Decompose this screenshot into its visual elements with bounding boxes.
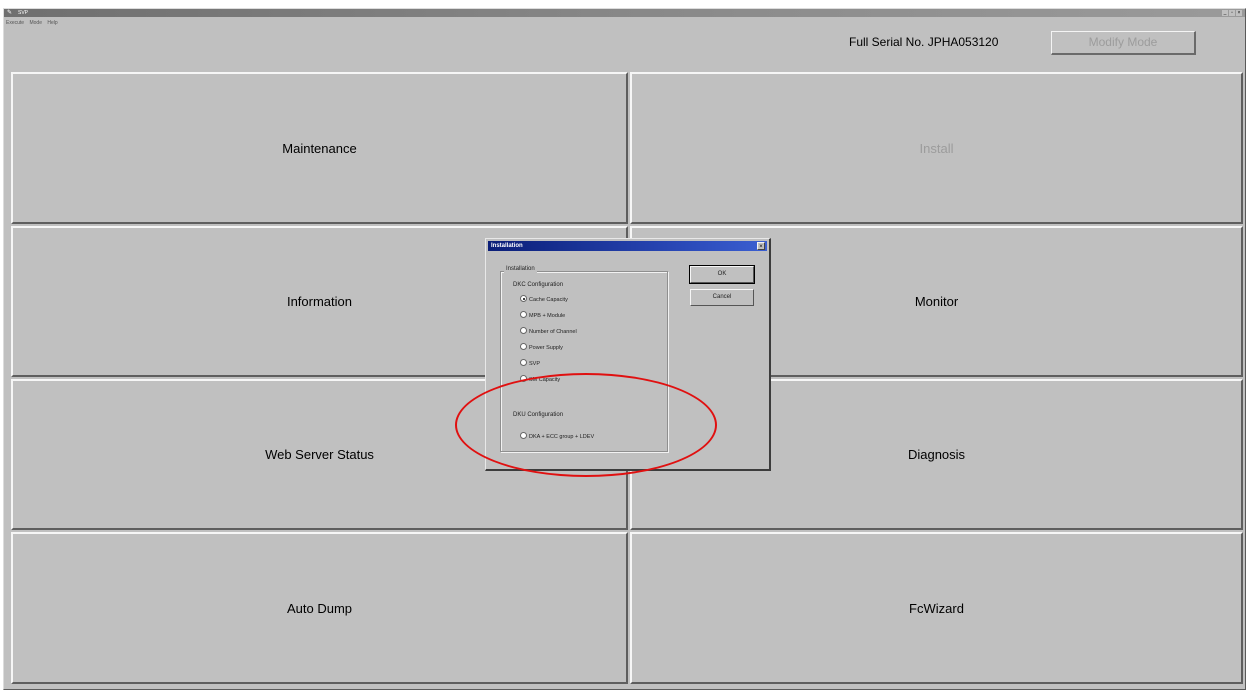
window-title: SVP <box>18 10 29 16</box>
serial-number-label: Full Serial No. JPHA053120 <box>849 35 999 49</box>
dku-configuration-label: DKU Configuration <box>513 412 564 418</box>
menu-mode[interactable]: Mode <box>29 20 42 26</box>
fcwizard-button[interactable]: FcWizard <box>630 532 1243 684</box>
radio-label: Number of Channel <box>529 329 577 335</box>
dialog-title-bar[interactable]: Installation × <box>488 241 767 251</box>
radio-label: Power Supply <box>529 345 563 351</box>
modify-mode-button[interactable]: Modify Mode <box>1051 31 1196 55</box>
radio-selected-icon <box>520 295 527 303</box>
radio-icon <box>520 327 527 335</box>
radio-icon <box>520 375 527 383</box>
installation-group-label: Installation <box>504 264 537 274</box>
ok-button[interactable]: OK <box>689 265 755 284</box>
radio-svp[interactable]: SVP <box>520 359 540 369</box>
dkc-configuration-label: DKC Configuration <box>513 282 564 288</box>
menu-bar: Execute Mode Help <box>6 18 62 28</box>
title-bar[interactable]: ✎ SVP _ ▫ × <box>4 9 1245 17</box>
close-icon[interactable]: × <box>1236 10 1242 16</box>
menu-help[interactable]: Help <box>47 20 57 26</box>
app-icon: ✎ <box>7 10 13 16</box>
dialog-close-icon[interactable]: × <box>757 242 765 250</box>
maintenance-button[interactable]: Maintenance <box>11 72 628 224</box>
radio-number-of-channel[interactable]: Number of Channel <box>520 327 577 337</box>
radio-label: Cache Capacity <box>529 297 568 303</box>
radio-label: SM Capacity <box>529 377 561 383</box>
menu-execute[interactable]: Execute <box>6 20 24 26</box>
dialog-title: Installation <box>491 243 523 249</box>
radio-power-supply[interactable]: Power Supply <box>520 343 563 353</box>
radio-icon <box>520 359 527 367</box>
radio-icon <box>520 311 527 319</box>
installation-dialog: Installation × Installation DKC Configur… <box>485 238 771 471</box>
radio-label: DKA + ECC group + LDEV <box>529 434 595 440</box>
radio-icon <box>520 432 527 440</box>
minimize-icon[interactable]: _ <box>1222 10 1228 16</box>
cancel-button[interactable]: Cancel <box>690 289 754 306</box>
screen: ✎ SVP _ ▫ × Execute Mode Help Full Seria… <box>0 0 1249 692</box>
radio-sm-capacity[interactable]: SM Capacity <box>520 375 560 385</box>
install-button[interactable]: Install <box>630 72 1243 224</box>
radio-label: MPB + Module <box>529 313 566 319</box>
radio-dka-ecc-ldev[interactable]: DKA + ECC group + LDEV <box>520 432 594 442</box>
radio-icon <box>520 343 527 351</box>
auto-dump-button[interactable]: Auto Dump <box>11 532 628 684</box>
radio-mpb-module[interactable]: MPB + Module <box>520 311 565 321</box>
radio-cache-capacity[interactable]: Cache Capacity <box>520 295 568 305</box>
maximize-icon[interactable]: ▫ <box>1229 10 1235 16</box>
radio-label: SVP <box>529 361 541 367</box>
